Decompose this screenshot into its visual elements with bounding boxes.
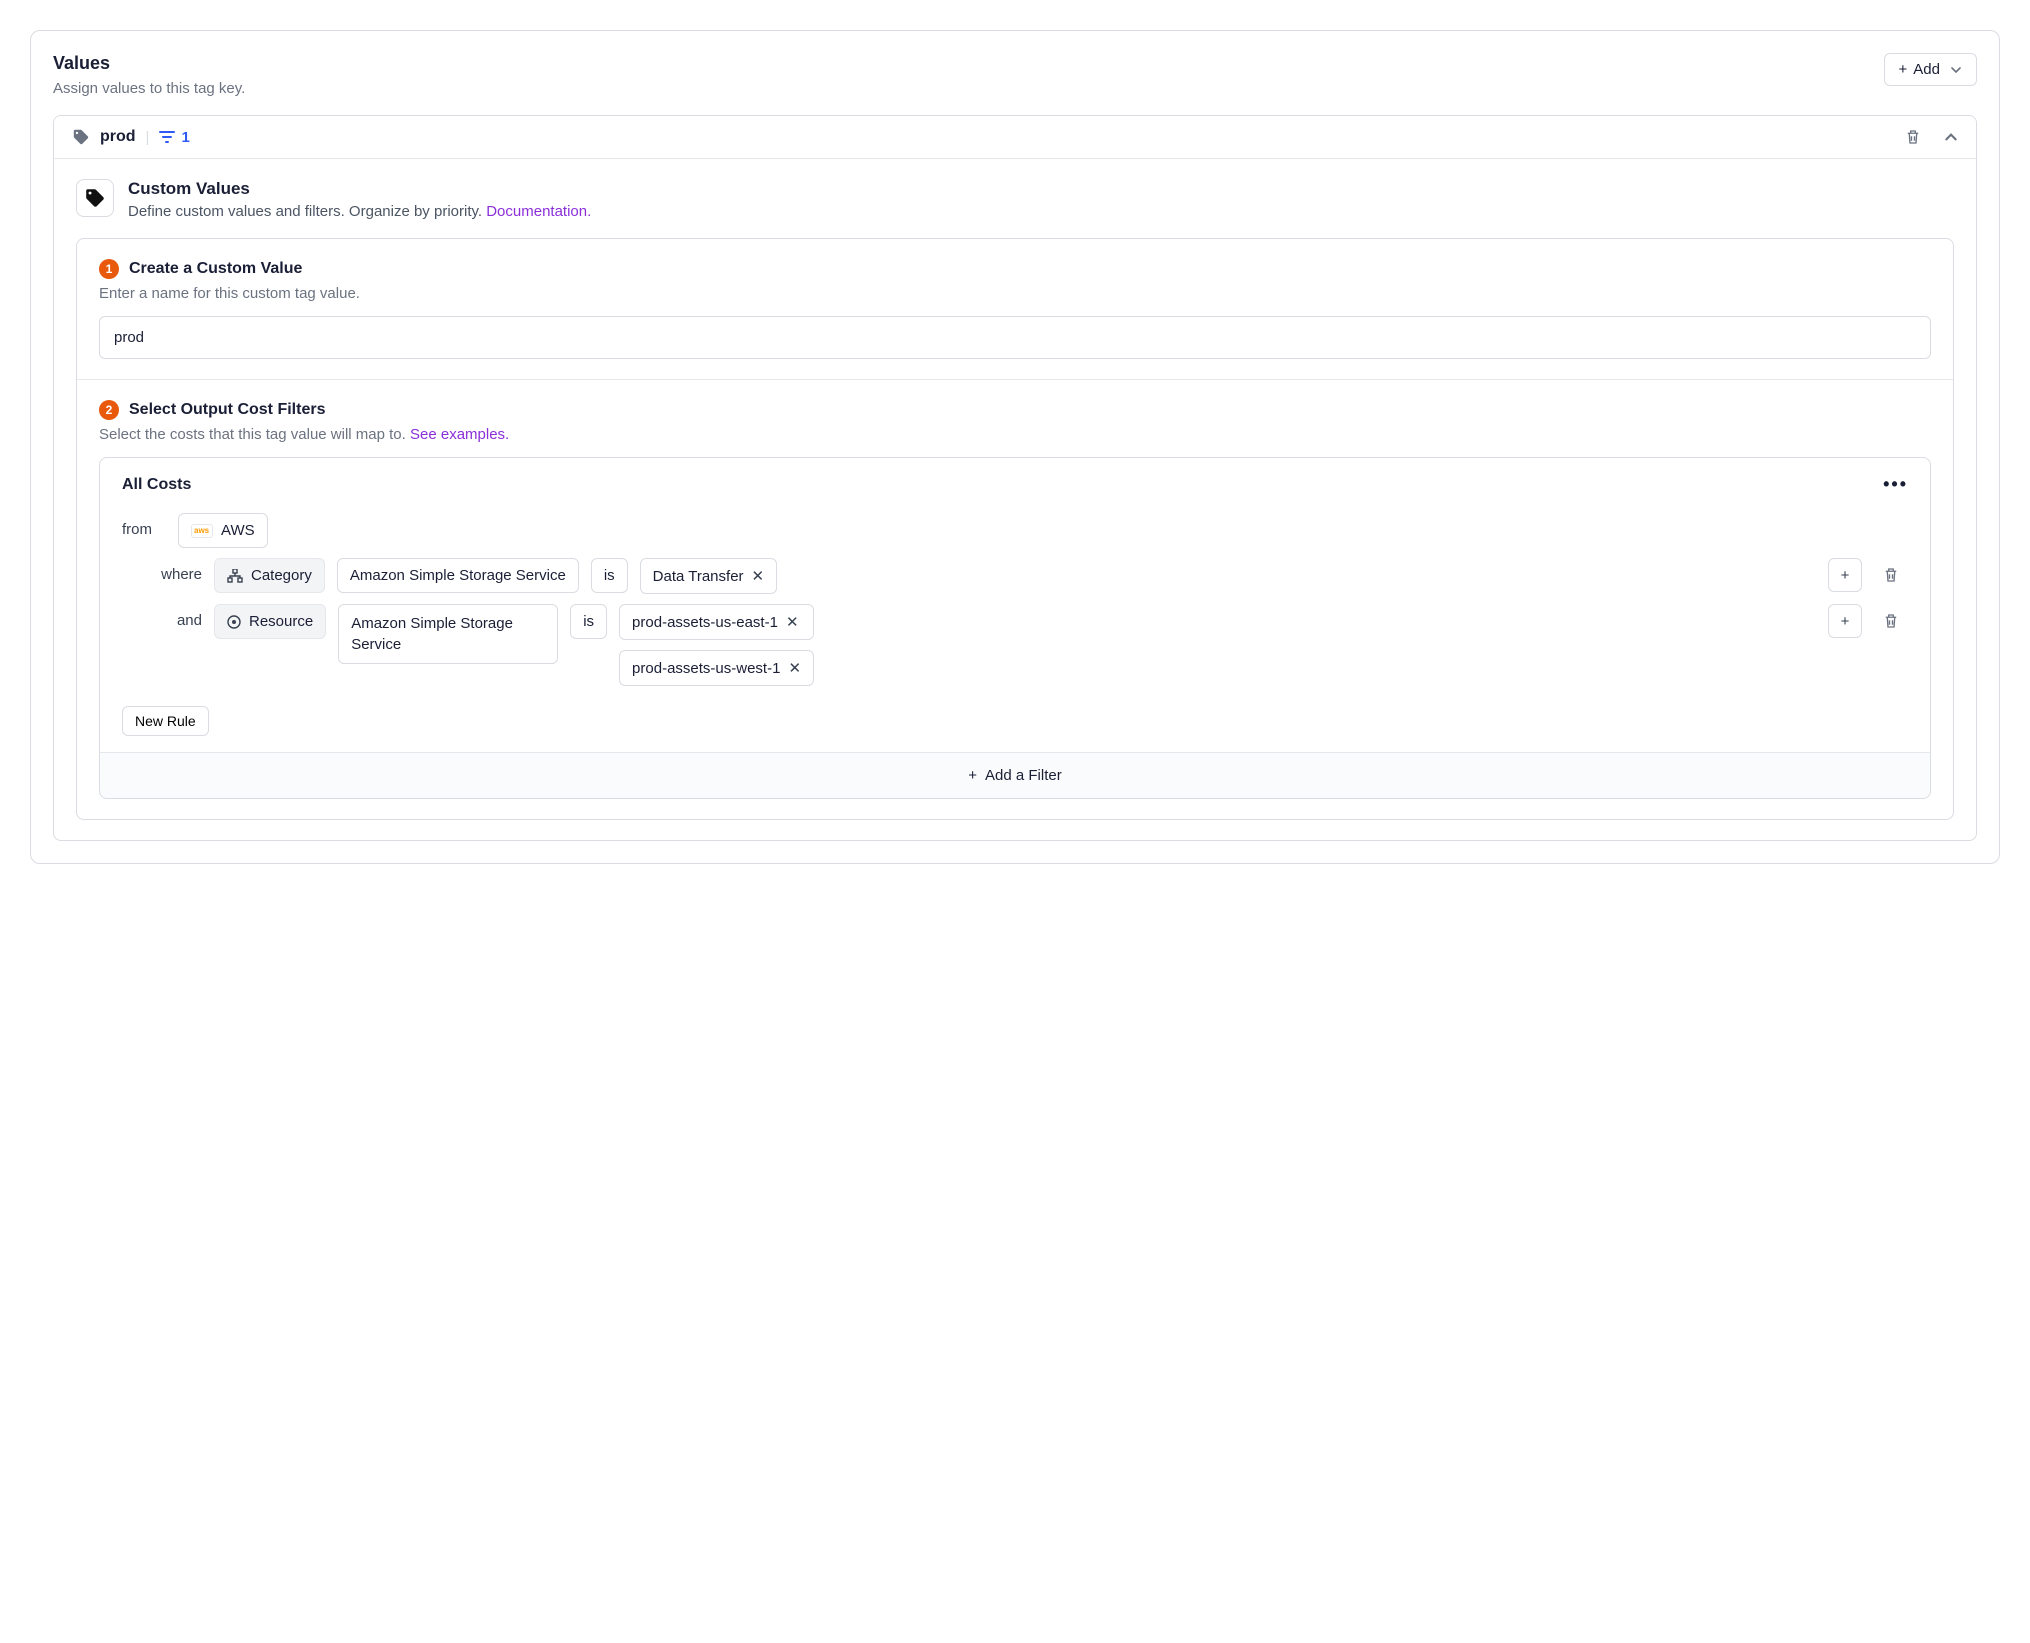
value-card: prod | 1 xyxy=(53,115,1977,841)
hierarchy-icon xyxy=(227,569,243,583)
provider-chip[interactable]: AWS xyxy=(178,513,268,548)
filter-count-number: 1 xyxy=(181,129,189,146)
field-category-label: Category xyxy=(251,567,312,584)
delete-value-button[interactable] xyxy=(1904,128,1922,146)
value-name: prod xyxy=(100,128,136,146)
operator-is-2[interactable]: is xyxy=(570,604,607,639)
step-1-badge: 1 xyxy=(99,259,119,279)
rule-row-1: where Category Amazon Simple Storage Ser… xyxy=(122,558,1908,594)
see-examples-link[interactable]: See examples. xyxy=(410,426,509,443)
value-card-header: prod | 1 xyxy=(54,116,1976,159)
step-2-title: Select Output Cost Filters xyxy=(129,401,325,419)
add-button[interactable]: + Add xyxy=(1884,53,1977,86)
tag-icon xyxy=(72,128,90,146)
step-1-title: Create a Custom Value xyxy=(129,260,302,278)
context-s3-chip-2[interactable]: Amazon Simple Storage Service xyxy=(338,604,558,664)
add-condition-button-2[interactable]: + xyxy=(1828,604,1862,638)
value-east-chip[interactable]: prod-assets-us-east-1 ✕ xyxy=(619,604,814,640)
where-keyword: where xyxy=(142,558,202,583)
delete-rule-button-1[interactable] xyxy=(1874,558,1908,592)
cost-filter-box: All Costs ••• from AWS xyxy=(99,457,1931,799)
step-2: 2 Select Output Cost Filters Select the … xyxy=(77,379,1953,819)
add-filter-button[interactable]: + Add a Filter xyxy=(100,752,1930,798)
field-resource-chip[interactable]: Resource xyxy=(214,604,326,639)
panel-subtitle: Assign values to this tag key. xyxy=(53,80,245,97)
custom-values-body: Custom Values Define custom values and f… xyxy=(54,159,1976,840)
filter-count-badge[interactable]: 1 xyxy=(159,129,189,146)
value-west-chip[interactable]: prod-assets-us-west-1 ✕ xyxy=(619,650,814,686)
rule-row-2: and Resource Amazon Simple Storage Servi… xyxy=(122,604,1908,686)
new-rule-button[interactable]: New Rule xyxy=(122,706,209,736)
remove-value-west-button[interactable]: ✕ xyxy=(788,659,801,677)
step-2-badge: 2 xyxy=(99,400,119,420)
aws-icon xyxy=(191,524,213,538)
custom-value-name-input[interactable] xyxy=(99,316,1931,359)
tag-solid-icon xyxy=(76,179,114,217)
plus-icon: + xyxy=(968,767,977,784)
provider-label: AWS xyxy=(221,522,255,539)
add-filter-label: Add a Filter xyxy=(985,767,1062,784)
add-button-label: Add xyxy=(1913,61,1940,78)
plus-icon: + xyxy=(1899,61,1908,78)
chevron-down-icon xyxy=(1950,64,1962,76)
step-2-desc: Select the costs that this tag value wil… xyxy=(99,426,1931,443)
and-keyword: and xyxy=(142,604,202,629)
custom-values-subtitle: Define custom values and filters. Organi… xyxy=(128,203,591,220)
from-keyword: from xyxy=(122,513,166,538)
value-west-label: prod-assets-us-west-1 xyxy=(632,660,780,677)
documentation-link[interactable]: Documentation. xyxy=(486,203,591,220)
collapse-button[interactable] xyxy=(1944,130,1958,144)
field-category-chip[interactable]: Category xyxy=(214,558,325,593)
all-costs-title: All Costs xyxy=(122,476,191,494)
context-s3-chip[interactable]: Amazon Simple Storage Service xyxy=(337,558,579,593)
field-resource-label: Resource xyxy=(249,613,313,630)
steps-container: 1 Create a Custom Value Enter a name for… xyxy=(76,238,1954,820)
panel-header: Values Assign values to this tag key. + … xyxy=(53,53,1977,97)
delete-rule-button-2[interactable] xyxy=(1874,604,1908,638)
add-condition-button-1[interactable]: + xyxy=(1828,558,1862,592)
value-east-label: prod-assets-us-east-1 xyxy=(632,614,778,631)
more-menu-button[interactable]: ••• xyxy=(1883,474,1908,495)
divider: | xyxy=(146,129,150,146)
rules-container: from AWS where xyxy=(100,513,1930,752)
filter-icon xyxy=(159,130,175,144)
panel-title: Values xyxy=(53,53,245,74)
values-panel: Values Assign values to this tag key. + … xyxy=(30,30,2000,864)
custom-values-title: Custom Values xyxy=(128,179,591,199)
resource-icon xyxy=(227,615,241,629)
step-1: 1 Create a Custom Value Enter a name for… xyxy=(77,239,1953,379)
step-1-desc: Enter a name for this custom tag value. xyxy=(99,285,1931,302)
remove-value-button[interactable]: ✕ xyxy=(752,567,765,585)
remove-value-east-button[interactable]: ✕ xyxy=(786,613,799,631)
filter-box-header: All Costs ••• xyxy=(100,458,1930,503)
operator-is-1[interactable]: is xyxy=(591,558,628,593)
from-row: from AWS xyxy=(122,513,1908,548)
value-data-transfer-chip[interactable]: Data Transfer ✕ xyxy=(640,558,777,594)
custom-values-head: Custom Values Define custom values and f… xyxy=(76,179,1954,220)
value-data-transfer-label: Data Transfer xyxy=(653,568,744,585)
